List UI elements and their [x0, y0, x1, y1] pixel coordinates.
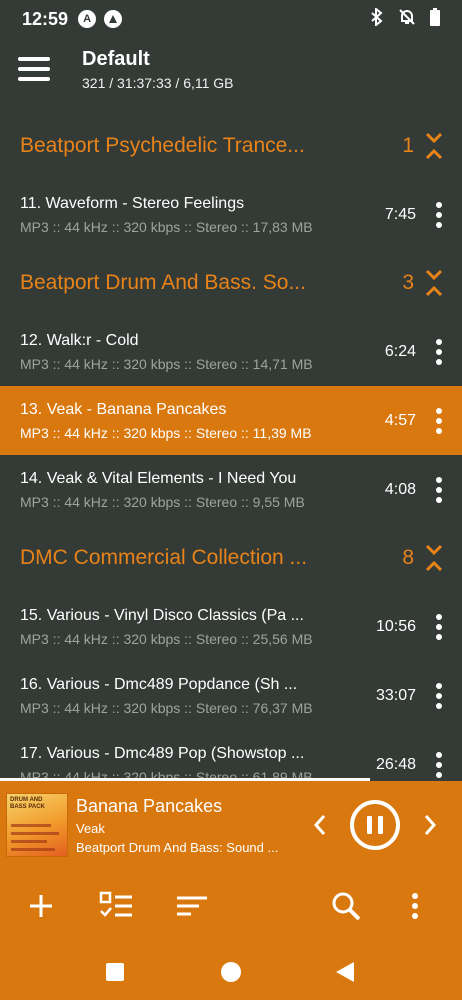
track-row[interactable]: 11. Waveform - Stereo Feelings MP3 :: 44…: [0, 180, 462, 249]
app-notification-icon: [104, 10, 123, 28]
system-nav-bar: [0, 943, 462, 1000]
pause-icon: [367, 816, 372, 834]
track-more-button[interactable]: [416, 467, 462, 513]
triangle-back-icon: [336, 962, 354, 982]
group-title: Beatport Psychedelic Trance...: [20, 134, 305, 157]
group-title: Beatport Drum And Bass. So...: [20, 271, 306, 294]
playlist-title: Default: [82, 47, 150, 70]
track-title: 14. Veak & Vital Elements - I Need You: [20, 469, 297, 487]
bluetooth-icon: [370, 6, 384, 31]
track-meta: MP3 :: 44 kHz :: 320 kbps :: Stereo :: 7…: [20, 699, 313, 716]
more-vert-icon: [412, 893, 418, 919]
track-title: 13. Veak - Banana Pancakes: [20, 400, 227, 418]
chevron-left-icon: [313, 815, 326, 835]
track-meta: MP3 :: 44 kHz :: 320 kbps :: Stereo :: 1…: [20, 424, 312, 441]
group-count: 8: [402, 546, 414, 569]
track-more-button[interactable]: [416, 329, 462, 375]
back-button[interactable]: [330, 957, 360, 987]
playlist-title-block[interactable]: Default 321 / 31:37:33 / 6,11 GB: [82, 48, 234, 91]
track-title: 11. Waveform - Stereo Feelings: [20, 194, 245, 212]
more-vert-icon: [436, 682, 442, 709]
chevron-right-icon: [424, 815, 437, 835]
next-button[interactable]: [410, 805, 450, 845]
now-playing-artist: Veak: [76, 820, 105, 836]
group-title: DMC Commercial Collection ...: [20, 546, 308, 569]
sort-button[interactable]: [170, 884, 214, 928]
track-more-button[interactable]: [416, 192, 462, 238]
track-duration: 7:45: [384, 205, 416, 223]
track-duration: 6:24: [384, 342, 416, 360]
track-duration: 26:48: [375, 755, 416, 773]
group-header[interactable]: DMC Commercial Collection ... 8: [0, 524, 462, 592]
track-title: 15. Various - Vinyl Disco Classics (Pa .…: [20, 606, 304, 624]
more-vert-icon: [436, 476, 442, 503]
status-bar: 12:59 A: [0, 0, 462, 38]
track-duration: 10:56: [375, 617, 416, 635]
group-count: 3: [402, 271, 414, 294]
track-meta: MP3 :: 44 kHz :: 320 kbps :: Stereo :: 1…: [20, 218, 313, 235]
hamburger-icon: [18, 57, 50, 61]
track-duration: 4:57: [384, 411, 416, 429]
album-art-text: DRUM AND BASS PACK: [10, 797, 45, 810]
previous-button[interactable]: [300, 805, 340, 845]
playlist-stats: 321 / 31:37:33 / 6,11 GB: [82, 74, 234, 91]
select-button[interactable]: [94, 884, 138, 928]
pause-button[interactable]: [350, 800, 400, 850]
track-meta: MP3 :: 44 kHz :: 320 kbps :: Stereo :: 2…: [20, 630, 313, 647]
track-row[interactable]: 15. Various - Vinyl Disco Classics (Pa .…: [0, 592, 462, 661]
track-title: 16. Various - Dmc489 Popdance (Sh ...: [20, 675, 298, 693]
circle-icon: [221, 962, 241, 982]
add-icon: [30, 895, 52, 917]
track-more-button[interactable]: [416, 673, 462, 719]
group-header[interactable]: Beatport Psychedelic Trance... 1: [0, 112, 462, 180]
notification-a-icon: A: [78, 10, 97, 28]
more-vert-icon: [436, 201, 442, 228]
search-icon: [332, 892, 361, 921]
menu-button[interactable]: [18, 49, 58, 89]
notifications-off-icon: [398, 8, 416, 31]
more-vert-icon: [436, 751, 442, 778]
now-playing-bar[interactable]: DRUM AND BASS PACK Banana Pancakes Veak …: [0, 781, 462, 869]
group-count: 1: [402, 134, 414, 157]
track-meta: MP3 :: 44 kHz :: 320 kbps :: Stereo :: 1…: [20, 355, 313, 372]
app-bar: Default 321 / 31:37:33 / 6,11 GB: [0, 38, 462, 100]
status-time: 12:59: [22, 8, 69, 29]
recents-button[interactable]: [100, 957, 130, 987]
playlist[interactable]: Beatport Psychedelic Trance... 1 11. Wav…: [0, 112, 462, 799]
checklist-icon: [99, 891, 132, 917]
track-title: 12. Walk:r - Cold: [20, 331, 139, 349]
sort-icon: [177, 896, 207, 916]
search-button[interactable]: [324, 884, 368, 928]
overflow-menu-button[interactable]: [393, 884, 437, 928]
track-more-button[interactable]: [416, 604, 462, 650]
square-icon: [106, 963, 124, 981]
track-row[interactable]: 14. Veak & Vital Elements - I Need You M…: [0, 455, 462, 524]
group-header[interactable]: Beatport Drum And Bass. So... 3: [0, 249, 462, 317]
track-title: 17. Various - Dmc489 Pop (Showstop ...: [20, 744, 305, 762]
collapse-icon[interactable]: [424, 130, 444, 162]
track-duration: 33:07: [375, 686, 416, 704]
track-row[interactable]: 16. Various - Dmc489 Popdance (Sh ... MP…: [0, 661, 462, 730]
more-vert-icon: [436, 613, 442, 640]
track-meta: MP3 :: 44 kHz :: 320 kbps :: Stereo :: 9…: [20, 493, 305, 510]
battery-icon: [430, 7, 440, 31]
track-more-button[interactable]: [416, 398, 462, 444]
bottom-toolbar: [0, 869, 462, 943]
track-duration: 4:08: [384, 480, 416, 498]
now-playing-title: Banana Pancakes: [76, 795, 223, 816]
track-row-playing[interactable]: 13. Veak - Banana Pancakes MP3 :: 44 kHz…: [0, 386, 462, 455]
collapse-icon[interactable]: [424, 267, 444, 299]
now-playing-album: Beatport Drum And Bass: Sound ...: [76, 839, 279, 855]
home-button[interactable]: [216, 957, 246, 987]
track-row[interactable]: 12. Walk:r - Cold MP3 :: 44 kHz :: 320 k…: [0, 317, 462, 386]
more-vert-icon: [436, 407, 442, 434]
add-button[interactable]: [19, 884, 63, 928]
album-art[interactable]: DRUM AND BASS PACK: [6, 793, 68, 857]
more-vert-icon: [436, 338, 442, 365]
collapse-icon[interactable]: [424, 542, 444, 574]
